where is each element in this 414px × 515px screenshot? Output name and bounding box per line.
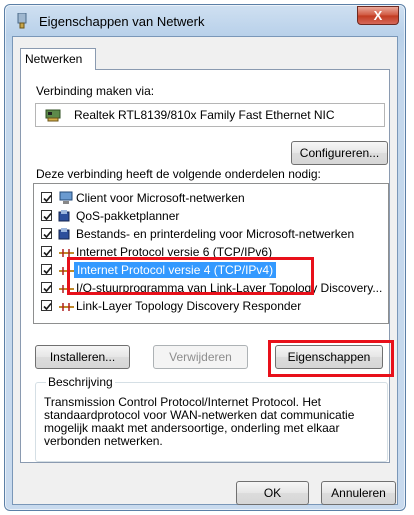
list-item-label: Bestands- en printerdeling voor Microsof… (76, 227, 355, 241)
components-list[interactable]: Client voor Microsoft-netwerken QoS-pakk… (33, 183, 389, 324)
checkbox[interactable] (41, 228, 52, 239)
list-item-label: Client voor Microsoft-netwerken (76, 191, 245, 205)
adapter-box: Realtek RTL8139/810x Family Fast Etherne… (35, 103, 385, 127)
checkbox[interactable] (41, 210, 52, 221)
protocol-icon (59, 303, 74, 311)
close-button[interactable]: X (357, 6, 399, 25)
checkbox[interactable] (41, 264, 52, 275)
configure-button[interactable]: Configureren... (291, 141, 388, 165)
network-client-icon (59, 191, 73, 204)
checkbox[interactable] (41, 300, 52, 311)
list-item-label: Link-Layer Topology Discovery Responder (76, 299, 302, 313)
highlight-properties-annotation (268, 340, 394, 377)
list-item[interactable]: Link-Layer Topology Discovery Responder (34, 297, 388, 315)
list-item-label: QoS-pakketplanner (76, 209, 180, 223)
network-adapter-icon (17, 13, 27, 29)
checkbox[interactable] (41, 192, 52, 203)
tab-netwerken[interactable]: Netwerken (20, 48, 96, 70)
list-item[interactable]: QoS-pakketplanner (34, 207, 388, 225)
highlight-ipv4-annotation (67, 257, 314, 295)
description-legend: Beschrijving (46, 375, 115, 389)
title-bar[interactable]: Eigenschappen van Netwerk (5, 5, 405, 37)
list-item[interactable]: Client voor Microsoft-netwerken (34, 189, 388, 207)
cancel-button[interactable]: Annuleren (321, 481, 396, 505)
network-card-icon (45, 109, 61, 122)
connect-via-label: Verbinding maken via: (36, 84, 155, 98)
description-text: Transmission Control Protocol/Internet P… (44, 395, 355, 448)
service-icon (58, 210, 70, 222)
ok-button[interactable]: OK (236, 481, 309, 505)
components-label: Deze verbinding heeft de volgende onderd… (36, 167, 321, 181)
list-item[interactable]: Bestands- en printerdeling voor Microsof… (34, 225, 388, 243)
service-icon (58, 228, 70, 240)
remove-button[interactable]: Verwijderen (153, 345, 248, 369)
adapter-name: Realtek RTL8139/810x Family Fast Etherne… (74, 108, 335, 122)
window-title: Eigenschappen van Netwerk (39, 14, 205, 29)
checkbox[interactable] (41, 246, 52, 257)
install-button[interactable]: Installeren... (35, 345, 130, 369)
checkbox[interactable] (41, 282, 52, 293)
